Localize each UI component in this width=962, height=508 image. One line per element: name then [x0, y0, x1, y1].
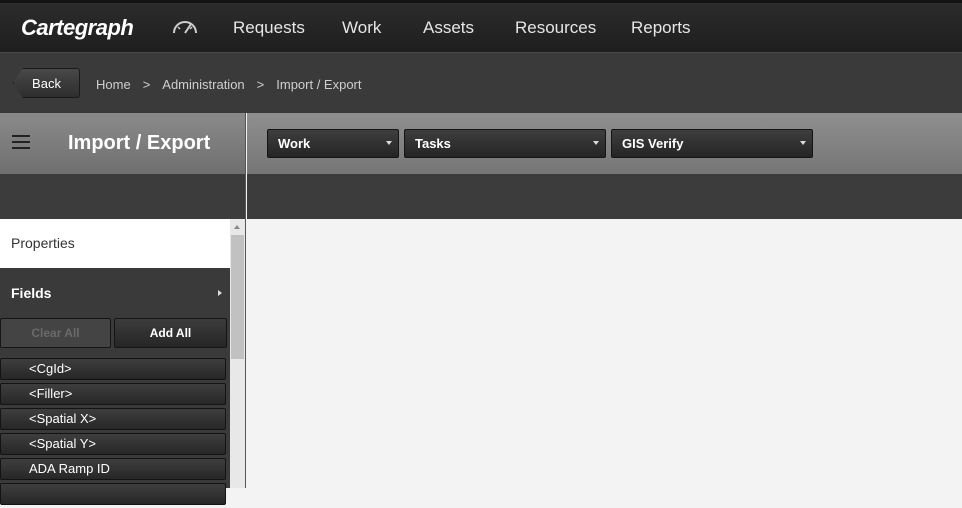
module-select[interactable]: Work — [267, 129, 399, 158]
field-item[interactable]: ADA Ramp ID — [0, 458, 226, 480]
breadcrumb-separator: > — [142, 77, 151, 92]
field-list: <CgId> <Filler> <Spatial X> <Spatial Y> … — [0, 358, 230, 508]
type-select[interactable]: Tasks — [404, 129, 606, 158]
module-select-value: Work — [278, 136, 311, 151]
chevron-down-icon — [593, 141, 599, 145]
fields-section-label: Fields — [11, 285, 52, 301]
app-logo[interactable]: Cartegraph — [21, 15, 134, 41]
sidebar-panel: Properties Fields Clear All Add All <CgI… — [0, 219, 230, 505]
top-nav-bar: Cartegraph Requests Work Assets Resource… — [0, 0, 962, 52]
breadcrumb: Home > Administration > Import / Export — [96, 77, 362, 92]
dashboard-gauge-icon[interactable] — [172, 19, 198, 35]
sidebar-scrollbar[interactable] — [230, 219, 246, 488]
template-select-value: GIS Verify — [622, 136, 684, 151]
breadcrumb-administration[interactable]: Administration — [162, 77, 244, 92]
page-title: Import / Export — [68, 132, 211, 154]
scrollbar-thumb[interactable] — [231, 235, 244, 359]
menu-icon[interactable] — [12, 135, 30, 149]
properties-tab[interactable]: Properties — [0, 219, 230, 268]
selector-bar: Work Tasks GIS Verify — [247, 113, 962, 174]
breadcrumb-bar: Back Home > Administration > Import / Ex… — [0, 52, 962, 113]
fields-section-header[interactable]: Fields — [0, 268, 230, 318]
chevron-down-icon — [800, 141, 806, 145]
nav-resources[interactable]: Resources — [515, 18, 596, 38]
field-item[interactable]: <CgId> — [0, 358, 226, 380]
chevron-right-icon — [218, 290, 222, 296]
page-title-bar: Import / Export — [0, 113, 246, 174]
sidebar-subbar — [0, 174, 246, 219]
chevron-down-icon — [386, 141, 392, 145]
nav-requests[interactable]: Requests — [233, 18, 305, 38]
field-item[interactable]: <Spatial X> — [0, 408, 226, 430]
field-item[interactable] — [0, 483, 226, 505]
nav-work[interactable]: Work — [342, 18, 381, 38]
template-select[interactable]: GIS Verify — [611, 129, 813, 158]
breadcrumb-current: Import / Export — [276, 77, 362, 92]
scroll-up-icon[interactable] — [234, 225, 240, 229]
type-select-value: Tasks — [415, 136, 451, 151]
back-button[interactable]: Back — [13, 68, 80, 98]
content-subbar — [247, 174, 962, 219]
nav-assets[interactable]: Assets — [423, 18, 474, 38]
clear-all-button[interactable]: Clear All — [0, 318, 111, 348]
nav-reports[interactable]: Reports — [631, 18, 691, 38]
breadcrumb-home[interactable]: Home — [96, 77, 131, 92]
add-all-button[interactable]: Add All — [114, 318, 227, 348]
field-item[interactable]: <Spatial Y> — [0, 433, 226, 455]
breadcrumb-separator: > — [256, 77, 265, 92]
field-item[interactable]: <Filler> — [0, 383, 226, 405]
main-content-area — [247, 219, 962, 488]
